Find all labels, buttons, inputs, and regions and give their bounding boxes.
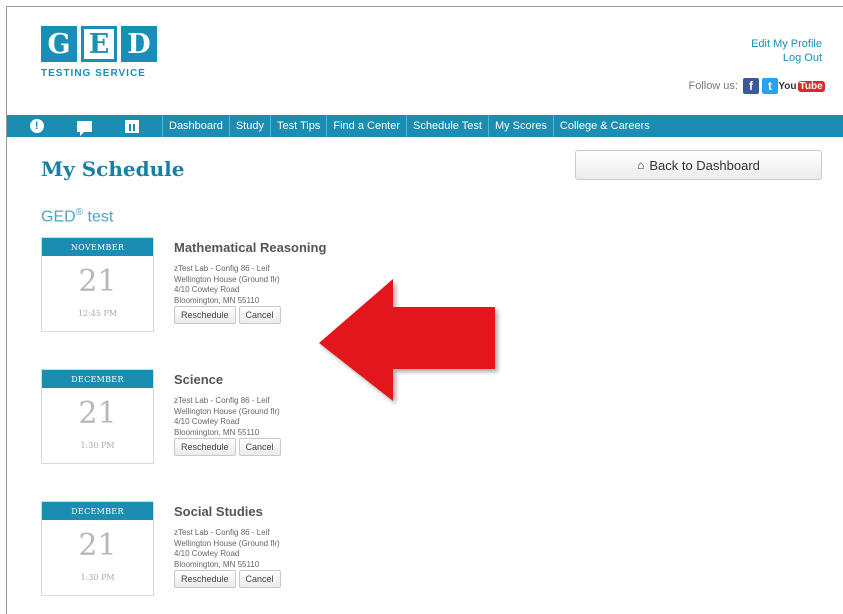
test-subject: Science (174, 372, 224, 387)
calendar-card: NOVEMBER 21 12:45 PM (41, 237, 154, 332)
social-follow: Follow us: f t You Tube (688, 78, 825, 94)
address-line: 4/10 Cowley Road (174, 285, 240, 294)
test-address: zTest Lab - Config 86 - Leif Wellington … (174, 528, 281, 570)
section-title-suffix: test (83, 208, 114, 226)
test-address: zTest Lab - Config 86 - Leif Wellington … (174, 264, 326, 306)
arrow-shape (319, 279, 495, 401)
section-title-text: GED (41, 208, 76, 226)
test-subject: Mathematical Reasoning (174, 240, 327, 255)
test-info: Social Studies zTest Lab - Config 86 - L… (174, 504, 281, 588)
cancel-button[interactable]: Cancel (238, 306, 281, 324)
nav-find-a-center[interactable]: Find a Center (326, 115, 406, 137)
calendar-day: 21 (78, 396, 117, 431)
entry-actions: Reschedule Cancel (174, 306, 326, 324)
calendar-month: DECEMBER (42, 370, 153, 388)
red-arrow-annotation (319, 279, 495, 401)
edit-profile-link[interactable]: Edit My Profile (751, 37, 822, 51)
nav-schedule-test[interactable]: Schedule Test (406, 115, 488, 137)
chat-icon[interactable] (76, 120, 92, 136)
address-line: zTest Lab - Config 86 - Leif (174, 396, 270, 405)
nav-test-tips[interactable]: Test Tips (269, 115, 326, 137)
calendar-day: 21 (78, 264, 117, 299)
address-line: zTest Lab - Config 86 - Leif (174, 528, 270, 537)
home-icon: ⌂ (637, 158, 645, 172)
account-links: Edit My Profile Log Out (751, 37, 822, 65)
back-button-label: Back to Dashboard (649, 157, 760, 173)
logo-letter-e: E (81, 26, 117, 62)
nav-study[interactable]: Study (228, 115, 270, 137)
address-line: Bloomington, MN 55110 (174, 559, 260, 569)
youtube-icon[interactable]: You Tube (778, 78, 825, 94)
youtube-icon-tube: Tube (797, 80, 825, 92)
calendar-icon[interactable] (125, 119, 140, 133)
logo-letter-g: G (41, 26, 77, 62)
facebook-icon[interactable]: f (743, 78, 759, 94)
schedule-entry: DECEMBER 21 1:30 PM Social Studies zTest… (41, 501, 641, 611)
cancel-button[interactable]: Cancel (238, 570, 281, 588)
reschedule-button[interactable]: Reschedule (174, 306, 236, 324)
calendar-card: DECEMBER 21 1:30 PM (41, 369, 154, 464)
address-line: Wellington House (Ground flr) (174, 406, 280, 416)
logo-letters: G E D (41, 26, 159, 62)
youtube-icon-you: You (778, 80, 797, 92)
header: G E D TESTING SERVICE Edit My Profile Lo… (7, 7, 843, 115)
log-out-link[interactable]: Log Out (751, 51, 822, 65)
registered-mark: ® (75, 207, 84, 218)
address-line: zTest Lab - Config 86 - Leif (174, 264, 270, 273)
cancel-button[interactable]: Cancel (238, 438, 281, 456)
test-subject: Social Studies (174, 504, 263, 519)
logo-letter-d: D (121, 26, 157, 62)
entry-actions: Reschedule Cancel (174, 570, 281, 588)
nav-college-careers[interactable]: College & Careers (552, 115, 656, 137)
entry-actions: Reschedule Cancel (174, 438, 281, 456)
follow-label: Follow us: (688, 80, 738, 92)
calendar-day: 21 (78, 528, 117, 563)
address-line: Bloomington, MN 55110 (174, 295, 260, 305)
alert-icon[interactable]: ! (29, 119, 44, 133)
address-line: Bloomington, MN 55110 (174, 427, 260, 437)
nav-icon-group: ! (7, 115, 162, 137)
calendar-card: DECEMBER 21 1:30 PM (41, 501, 154, 596)
calendar-time: 1:30 PM (80, 441, 115, 450)
page-title: My Schedule (41, 157, 185, 181)
calendar-month: DECEMBER (42, 502, 153, 520)
nav-dashboard[interactable]: Dashboard (162, 115, 229, 137)
twitter-icon[interactable]: t (762, 78, 778, 94)
address-line: Wellington House (Ground flr) (174, 538, 280, 548)
main-nav: ! Dashboard Study Test Tips Find a Cente… (7, 115, 843, 137)
calendar-time: 1:30 PM (80, 573, 115, 582)
calendar-time: 12:45 PM (77, 309, 118, 318)
browser-frame: G E D TESTING SERVICE Edit My Profile Lo… (6, 6, 843, 614)
nav-my-scores[interactable]: My Scores (487, 115, 553, 137)
test-info: Mathematical Reasoning zTest Lab - Confi… (174, 240, 326, 324)
back-to-dashboard-button[interactable]: ⌂ Back to Dashboard (575, 150, 822, 180)
test-info: Science zTest Lab - Config 86 - Leif Wel… (174, 372, 281, 456)
ged-logo[interactable]: G E D TESTING SERVICE (41, 26, 159, 79)
reschedule-button[interactable]: Reschedule (174, 438, 236, 456)
section-title: GED® test (41, 207, 113, 226)
calendar-month: NOVEMBER (42, 238, 153, 256)
address-line: 4/10 Cowley Road (174, 549, 240, 558)
logo-subtitle: TESTING SERVICE (41, 68, 146, 79)
test-address: zTest Lab - Config 86 - Leif Wellington … (174, 396, 281, 438)
address-line: 4/10 Cowley Road (174, 417, 240, 426)
address-line: Wellington House (Ground flr) (174, 274, 280, 284)
reschedule-button[interactable]: Reschedule (174, 570, 236, 588)
